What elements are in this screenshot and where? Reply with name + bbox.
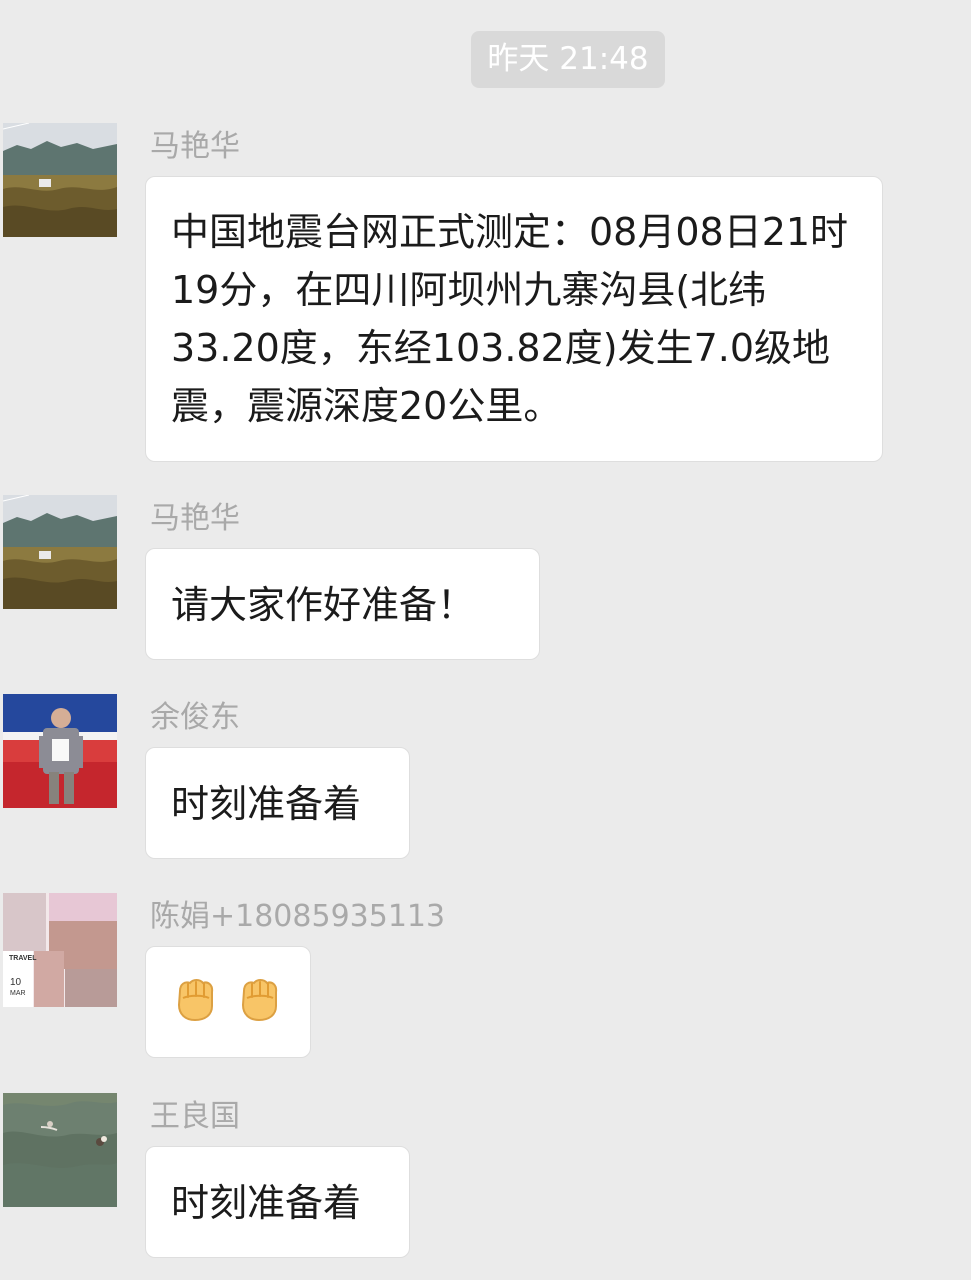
message-text: 时刻准备着 bbox=[171, 782, 362, 826]
sender-name: 王良国 bbox=[150, 1099, 240, 1134]
landscape-avatar-icon bbox=[3, 495, 117, 609]
collage-date-text: 10 bbox=[10, 977, 22, 988]
message-text: 中国地震台网正式测定：08月08日21时19分，在四川阿坝州九寨沟县(北纬33.… bbox=[171, 210, 849, 428]
collage-photo bbox=[49, 893, 117, 921]
person-avatar-icon bbox=[3, 694, 117, 808]
sender-name: 马艳华 bbox=[150, 501, 240, 536]
message-text: 时刻准备着 bbox=[171, 1181, 362, 1225]
collage-month-text: MAR bbox=[10, 990, 26, 997]
message-text: 请大家作好准备！ bbox=[171, 583, 476, 627]
emoji-row bbox=[146, 947, 310, 1045]
sender-name: 余俊东 bbox=[150, 700, 240, 735]
message-bubble[interactable]: 时刻准备着 bbox=[145, 1146, 410, 1258]
fist-icon bbox=[170, 973, 220, 1023]
timestamp-text: 昨天 21:48 bbox=[487, 41, 649, 77]
collage-photo bbox=[65, 969, 117, 1007]
fist-icon bbox=[234, 973, 284, 1023]
sender-name: 马艳华 bbox=[150, 129, 240, 164]
water-avatar-icon bbox=[3, 1093, 117, 1207]
message-bubble[interactable]: 中国地震台网正式测定：08月08日21时19分，在四川阿坝州九寨沟县(北纬33.… bbox=[145, 176, 883, 462]
avatar[interactable]: TRAVEL 10 MAR bbox=[3, 893, 117, 1007]
collage-photo bbox=[3, 893, 46, 951]
avatar[interactable] bbox=[3, 123, 117, 237]
avatar[interactable] bbox=[3, 1093, 117, 1207]
message-bubble[interactable]: 请大家作好准备！ bbox=[145, 548, 540, 660]
message-bubble[interactable] bbox=[145, 946, 311, 1058]
avatar[interactable] bbox=[3, 495, 117, 609]
avatar[interactable] bbox=[3, 694, 117, 808]
collage-travel-text: TRAVEL bbox=[9, 955, 37, 962]
message-bubble[interactable]: 时刻准备着 bbox=[145, 747, 410, 859]
landscape-avatar-icon bbox=[3, 123, 117, 237]
sender-name: 陈娟+18085935113 bbox=[150, 899, 446, 934]
timestamp-pill: 昨天 21:48 bbox=[471, 31, 665, 88]
collage-photo bbox=[34, 951, 64, 1007]
